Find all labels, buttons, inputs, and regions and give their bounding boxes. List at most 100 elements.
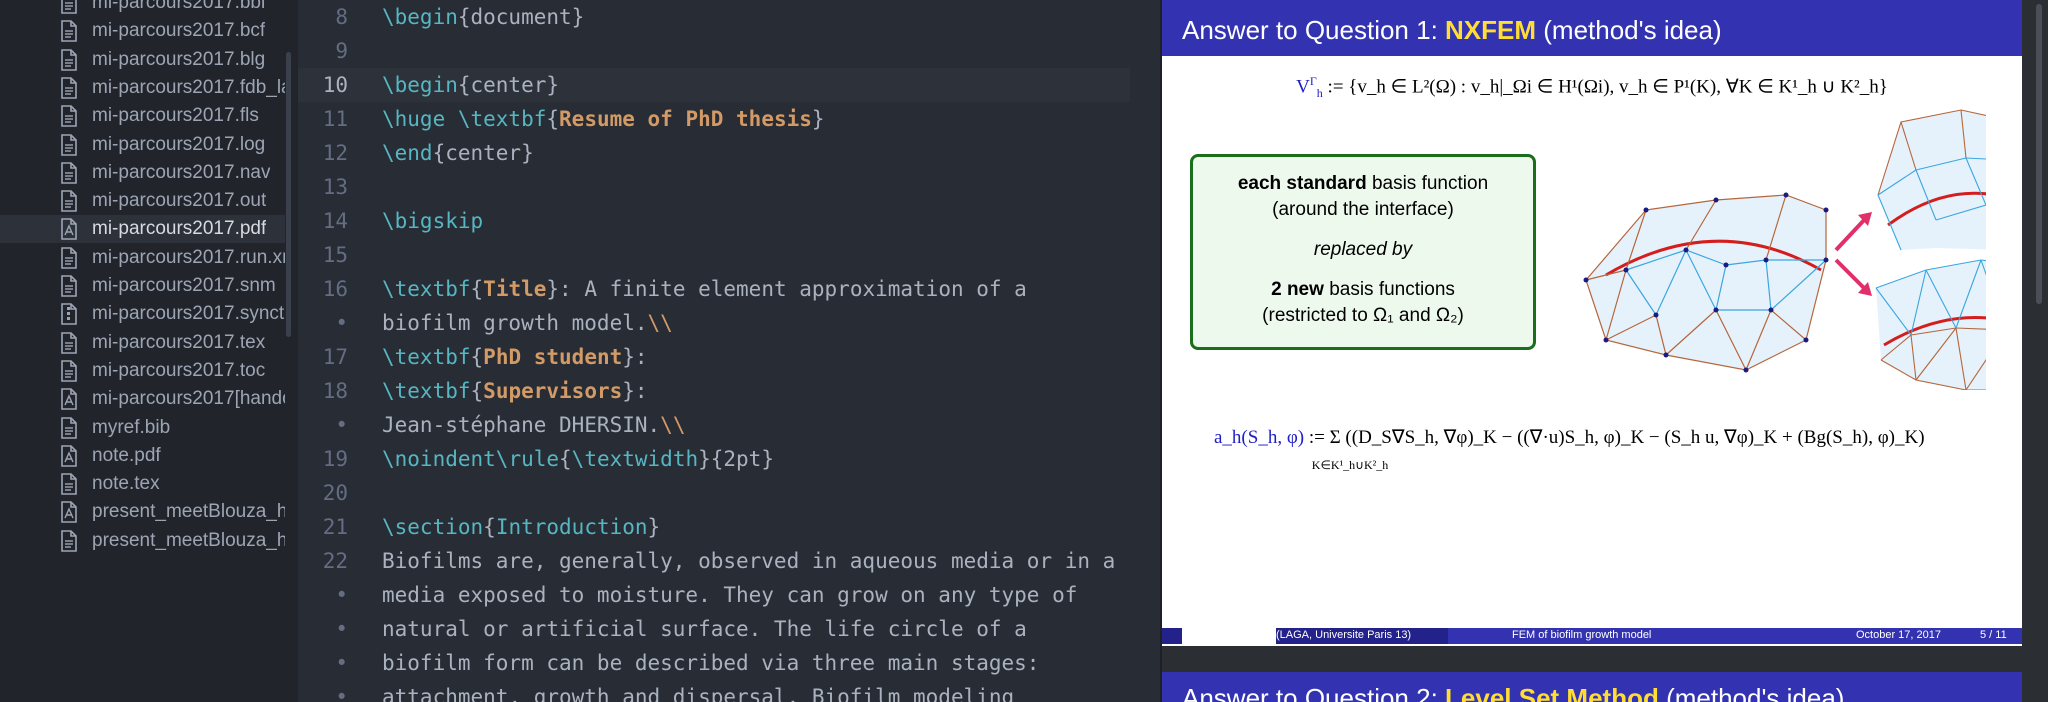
line-number: 8 [335,5,348,29]
space-definition-formula: VΓh := {v_h ∈ L²(Ω) : v_h|_Ωi ∈ H¹(Ωi), … [1162,74,2022,101]
file-name: mi-parcours2017.pdf [92,218,267,240]
line-number: • [335,413,348,437]
file-tree-item[interactable]: mi-parcours2017[hando [0,385,285,413]
file-name: mi-parcours2017.out [92,190,267,212]
code-token: \rule [495,447,560,471]
box-line2: (around the interface) [1272,199,1454,220]
code-line[interactable]: 22 Biofilms are, generally, observed in a… [298,544,1160,578]
file-tree-item[interactable]: myref.bib [0,414,285,442]
code-line[interactable]: 10 \begin{center} [298,68,1160,102]
code-token: Introduction [495,515,648,539]
file-text-icon [58,472,80,496]
file-text-icon [58,76,80,100]
code-token: {center} [432,141,534,165]
code-line[interactable]: • biofilm growth model.\\ [298,306,1160,340]
code-token: { [470,277,484,301]
code-line[interactable]: 17 \textbf{PhD student}: [298,340,1160,374]
mesh-figure [1583,109,1986,390]
code-text: attachment, growth and dispersal. Biofil… [382,680,1014,702]
code-token: \\ [660,413,686,437]
line-number: 18 [322,379,348,403]
file-name: mi-parcours2017.fdb_la [92,76,285,98]
line-number: 19 [322,447,348,471]
line-number: 14 [322,209,348,233]
mesh-bottom-right [1875,259,1986,390]
mesh-left [1583,192,1829,373]
file-tree-item[interactable]: note.tex [0,470,285,498]
footer-author-redacted [1182,628,1276,644]
code-token: \end [382,141,433,165]
file-text-icon [58,331,80,355]
code-token: \bigskip [382,209,484,233]
code-line[interactable]: 18 \textbf{Supervisors}: [298,374,1160,408]
line-number: 9 [335,39,348,63]
code-text: biofilm form can be described via three … [382,646,1039,680]
code-line[interactable]: • natural or artificial surface. The life… [298,612,1160,646]
code-line[interactable]: 12 \end{center} [298,136,1160,170]
code-token: \textbf [382,345,471,369]
file-name: note.pdf [92,444,161,466]
file-tree-item[interactable]: mi-parcours2017.log [0,131,285,159]
code-line[interactable]: • biofilm form can be described via three… [298,646,1160,680]
slide-title-prefix: Answer to Question 1: [1182,15,1446,45]
file-tree-item[interactable]: mi-parcours2017.run.xr [0,244,285,272]
file-tree-item[interactable]: mi-parcours2017.bbl [0,0,285,17]
file-tree-item[interactable]: mi-parcours2017.out [0,187,285,215]
box-line5: (restricted to Ω₁ and Ω₂) [1262,305,1464,326]
code-line[interactable]: 11 \huge \textbf{Resume of PhD thesis} [298,102,1160,136]
line-number: 13 [322,175,348,199]
code-text: \noindent\rule{\textwidth}{2pt} [382,442,774,476]
file-tree-item[interactable]: present_meetBlouza_ha [0,527,285,555]
code-line[interactable]: • media exposed to moisture. They can gro… [298,578,1160,612]
file-tree-item[interactable]: mi-parcours2017.bcf [0,17,285,45]
file-tree-item[interactable]: mi-parcours2017.tex [0,329,285,357]
code-line[interactable]: 9 [298,34,1160,68]
line-number: 11 [322,107,348,131]
file-pdf-icon [58,217,80,241]
file-tree-item[interactable]: present_meetBlouza_ha [0,498,285,526]
code-token: \huge [382,107,458,131]
file-name: mi-parcours2017.run.xr [92,246,285,268]
code-token: {document} [457,5,585,29]
code-token: { [559,447,572,471]
code-line[interactable]: • attachment, growth and dispersal. Biofi… [298,680,1160,702]
file-tree-item[interactable]: mi-parcours2017.snm [0,272,285,300]
code-editor[interactable]: 8 \begin{document} 9 10 \begin{center} 11 \hug… [298,0,1160,702]
code-line[interactable]: 8 \begin{document} [298,0,1160,34]
footer-institution: (LAGA, Universite Paris 13) [1276,629,1412,641]
sidebar-scrollbar[interactable] [286,52,291,337]
file-tree-item[interactable]: mi-parcours2017.fls [0,102,285,130]
file-tree-item[interactable]: note.pdf [0,442,285,470]
file-tree-item[interactable]: mi-parcours2017.pdf [0,215,285,244]
code-line[interactable]: 20 [298,476,1160,510]
line-number: 20 [322,481,348,505]
file-tree-item[interactable]: mi-parcours2017.nav [0,159,285,187]
file-text-icon [58,359,80,383]
file-tree-sidebar: mi-parcours2017.bbl mi-parcours2017.bcf mi… [0,0,298,702]
footer-date: October 17, 2017 [1856,629,1942,641]
file-tree-item[interactable]: mi-parcours2017.blg [0,46,285,74]
file-name: mi-parcours2017.syncte [92,303,285,325]
code-token: \textbf [382,277,471,301]
footer-short-title: FEM of biofilm growth model [1512,629,1652,641]
file-text-icon [58,48,80,72]
code-line[interactable]: 15 [298,238,1160,272]
preview-scrollbar[interactable] [2036,4,2042,304]
code-line[interactable]: • Jean-stéphane DHERSIN.\\ [298,408,1160,442]
code-line[interactable]: 14 \bigskip [298,204,1160,238]
formula-rhs: := {v_h ∈ L²(Ω) : v_h|_Ωi ∈ H¹(Ωi), v_h … [1322,76,1888,98]
code-line[interactable]: 13 [298,170,1160,204]
next-slide-title: Answer to Question 2: Level Set Method (… [1162,672,2022,702]
code-token: \section [382,515,484,539]
code-line[interactable]: 16 \textbf{Title}: A finite element appro… [298,272,1160,306]
code-token: } [647,515,661,539]
file-tree-item[interactable]: mi-parcours2017.toc [0,357,285,385]
line-number: 10 [322,73,348,97]
line-number: 12 [322,141,348,165]
pdf-preview-pane[interactable]: Answer to Question 1: NXFEM (method's id… [1162,0,2048,702]
file-tree-item[interactable]: mi-parcours2017.fdb_la [0,74,285,102]
file-tree-item[interactable]: mi-parcours2017.syncte [0,300,285,328]
code-line[interactable]: 21 \section{Introduction} [298,510,1160,544]
code-line[interactable]: 19 \noindent\rule{\textwidth}{2pt} [298,442,1160,476]
code-token: { [470,345,484,369]
